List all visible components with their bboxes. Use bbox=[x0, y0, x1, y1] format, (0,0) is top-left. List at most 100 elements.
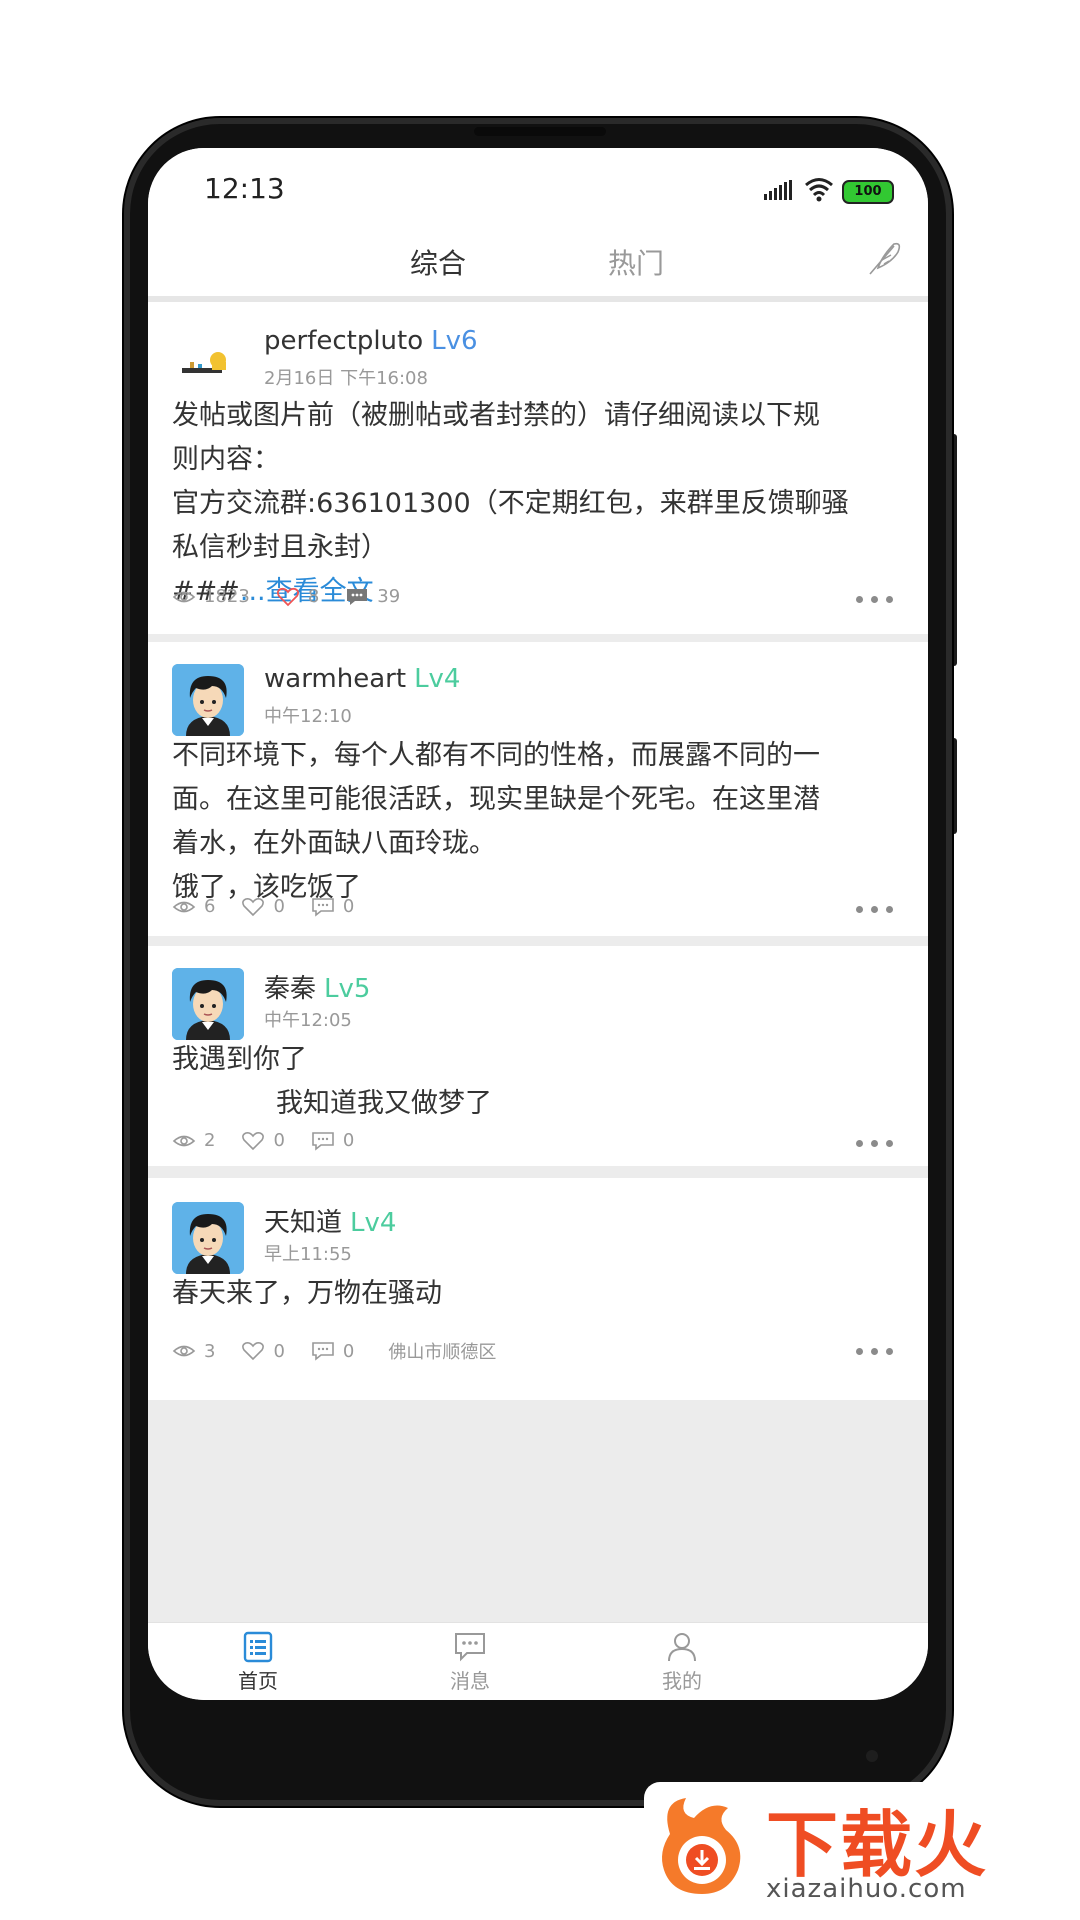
username[interactable]: warmheart bbox=[264, 664, 406, 694]
signal-icon bbox=[764, 180, 792, 200]
comments-count: 0 bbox=[342, 896, 355, 917]
comments-stat[interactable]: 39 bbox=[345, 586, 400, 607]
post-stats: 2 0 0 bbox=[172, 1130, 354, 1151]
likes-stat[interactable]: 0 bbox=[241, 896, 285, 917]
likes-stat[interactable]: 8 bbox=[276, 586, 319, 607]
user-level: Lv5 bbox=[324, 974, 371, 1004]
comments-stat[interactable]: 0 bbox=[311, 1341, 354, 1362]
post-card[interactable]: 天知道 Lv4 早上11:55 春天来了，万物在骚动 3 0 0 佛山市顺德区 bbox=[148, 1178, 928, 1400]
post-author[interactable]: 秦秦 Lv5 bbox=[264, 968, 370, 1005]
status-time: 12:13 bbox=[204, 172, 285, 205]
post-card[interactable]: warmheart Lv4 中午12:10 不同环境下，每个人都有不同的性格，而展… bbox=[148, 642, 928, 936]
eye-icon bbox=[172, 901, 196, 912]
post-line: 我遇到你了 bbox=[172, 1044, 307, 1075]
comment-icon[interactable] bbox=[311, 1131, 335, 1151]
likes-stat[interactable]: 0 bbox=[241, 1340, 285, 1362]
heart-icon[interactable] bbox=[276, 587, 300, 607]
username[interactable]: 秦秦 bbox=[264, 974, 316, 1004]
avatar[interactable] bbox=[172, 968, 244, 1040]
post-time: 中午12:10 bbox=[264, 706, 352, 727]
app-screen: 12:13 100 综合 热门 perfectpluto Lv6 2月16日 下… bbox=[148, 148, 928, 1700]
user-icon bbox=[668, 1633, 696, 1662]
nav-me-label: 我的 bbox=[662, 1669, 702, 1693]
post-line: 面。在这里可能很活跃，现实里缺是个死宅。在这里潜 bbox=[172, 784, 820, 815]
post-time: 2月16日 下午16:08 bbox=[264, 368, 428, 389]
battery-icon: 100 bbox=[842, 180, 894, 204]
nav-messages[interactable]: 消息 bbox=[430, 1631, 510, 1694]
post-content[interactable]: 春天来了，万物在骚动 bbox=[172, 1272, 902, 1316]
likes-count: 8 bbox=[307, 586, 320, 607]
nav-home[interactable]: 首页 bbox=[218, 1631, 298, 1694]
more-icon[interactable] bbox=[856, 596, 893, 603]
post-author[interactable]: perfectpluto Lv6 bbox=[264, 326, 478, 356]
user-level: Lv6 bbox=[431, 326, 478, 356]
post-line: 我知道我又做梦了 bbox=[276, 1088, 492, 1119]
comment-icon[interactable] bbox=[311, 1341, 335, 1361]
phone-sensor bbox=[866, 1750, 878, 1762]
feather-icon[interactable] bbox=[864, 238, 904, 278]
avatar[interactable] bbox=[172, 324, 244, 396]
post-content[interactable]: 我遇到你了 我知道我又做梦了 bbox=[172, 1038, 902, 1126]
post-content[interactable]: 发帖或图片前（被删帖或者封禁的）请仔细阅读以下规 则内容： 官方交流群:6361… bbox=[172, 394, 902, 614]
comment-icon[interactable] bbox=[311, 897, 335, 917]
likes-count: 0 bbox=[273, 1130, 285, 1151]
tab-comprehensive[interactable]: 综合 bbox=[410, 242, 466, 282]
post-stats: 3 0 0 佛山市顺德区 bbox=[172, 1338, 496, 1364]
status-bar: 12:13 100 bbox=[148, 148, 928, 232]
post-card[interactable]: 秦秦 Lv5 中午12:05 我遇到你了 我知道我又做梦了 2 0 0 bbox=[148, 946, 928, 1166]
views-stat: 2 bbox=[172, 1130, 215, 1151]
post-card[interactable]: perfectpluto Lv6 2月16日 下午16:08 发帖或图片前（被删帖… bbox=[148, 302, 928, 634]
post-time: 中午12:05 bbox=[264, 1010, 352, 1031]
views-count: 2 bbox=[204, 1130, 216, 1151]
likes-count: 0 bbox=[273, 1340, 285, 1362]
nav-home-label: 首页 bbox=[238, 1669, 278, 1693]
post-line: 着水，在外面缺八面玲珑。 bbox=[172, 828, 496, 859]
likes-stat[interactable]: 0 bbox=[241, 1130, 285, 1151]
heart-icon[interactable] bbox=[241, 1131, 265, 1151]
heart-icon[interactable] bbox=[241, 897, 265, 917]
top-tab-bar: 综合 热门 bbox=[148, 232, 928, 302]
bottom-navigation: 首页 消息 我的 bbox=[148, 1622, 928, 1700]
post-line: 不同环境下，每个人都有不同的性格，而展露不同的一 bbox=[172, 740, 820, 771]
avatar[interactable] bbox=[172, 1202, 244, 1274]
post-line: 官方交流群:636101300（不定期红包，来群里反馈聊骚 bbox=[172, 488, 849, 519]
post-line: 则内容： bbox=[172, 444, 280, 475]
views-count: 6 bbox=[204, 896, 216, 917]
more-icon[interactable] bbox=[856, 906, 893, 913]
home-list-icon bbox=[243, 1631, 273, 1663]
post-line: 发帖或图片前（被删帖或者封禁的）请仔细阅读以下规 bbox=[172, 400, 820, 431]
post-line: 春天来了，万物在骚动 bbox=[172, 1278, 442, 1309]
eye-icon bbox=[172, 1345, 196, 1357]
views-count: 1823 bbox=[204, 586, 250, 607]
wifi-icon bbox=[805, 178, 833, 202]
views-count: 3 bbox=[204, 1340, 216, 1362]
post-author[interactable]: warmheart Lv4 bbox=[264, 664, 460, 694]
comments-count: 0 bbox=[342, 1340, 355, 1362]
post-stats: 6 0 0 bbox=[172, 896, 354, 917]
likes-count: 0 bbox=[273, 896, 285, 917]
post-time: 早上11:55 bbox=[264, 1244, 352, 1265]
flame-logo-icon bbox=[662, 1798, 741, 1894]
post-line: 私信秒封且永封） bbox=[172, 532, 388, 563]
post-content[interactable]: 不同环境下，每个人都有不同的性格，而展露不同的一 面。在这里可能很活跃，现实里缺… bbox=[172, 734, 902, 910]
comments-stat[interactable]: 0 bbox=[311, 896, 354, 917]
comments-count: 39 bbox=[377, 586, 401, 607]
comments-stat[interactable]: 0 bbox=[311, 1130, 354, 1151]
heart-icon[interactable] bbox=[241, 1341, 265, 1361]
views-stat: 6 bbox=[172, 896, 215, 917]
comments-count: 0 bbox=[342, 1130, 355, 1151]
tab-hot[interactable]: 热门 bbox=[608, 242, 664, 282]
post-author[interactable]: 天知道 Lv4 bbox=[264, 1202, 396, 1239]
user-level: Lv4 bbox=[414, 664, 461, 694]
nav-me[interactable]: 我的 bbox=[642, 1631, 722, 1694]
views-stat: 3 bbox=[172, 1341, 215, 1362]
username[interactable]: perfectpluto bbox=[264, 326, 423, 356]
message-icon bbox=[455, 1633, 485, 1662]
views-stat: 1823 bbox=[172, 586, 250, 607]
username[interactable]: 天知道 bbox=[264, 1208, 342, 1238]
user-level: Lv4 bbox=[350, 1208, 397, 1238]
avatar[interactable] bbox=[172, 664, 244, 736]
more-icon[interactable] bbox=[856, 1140, 893, 1147]
comment-icon[interactable] bbox=[345, 587, 369, 607]
more-icon[interactable] bbox=[856, 1348, 893, 1355]
